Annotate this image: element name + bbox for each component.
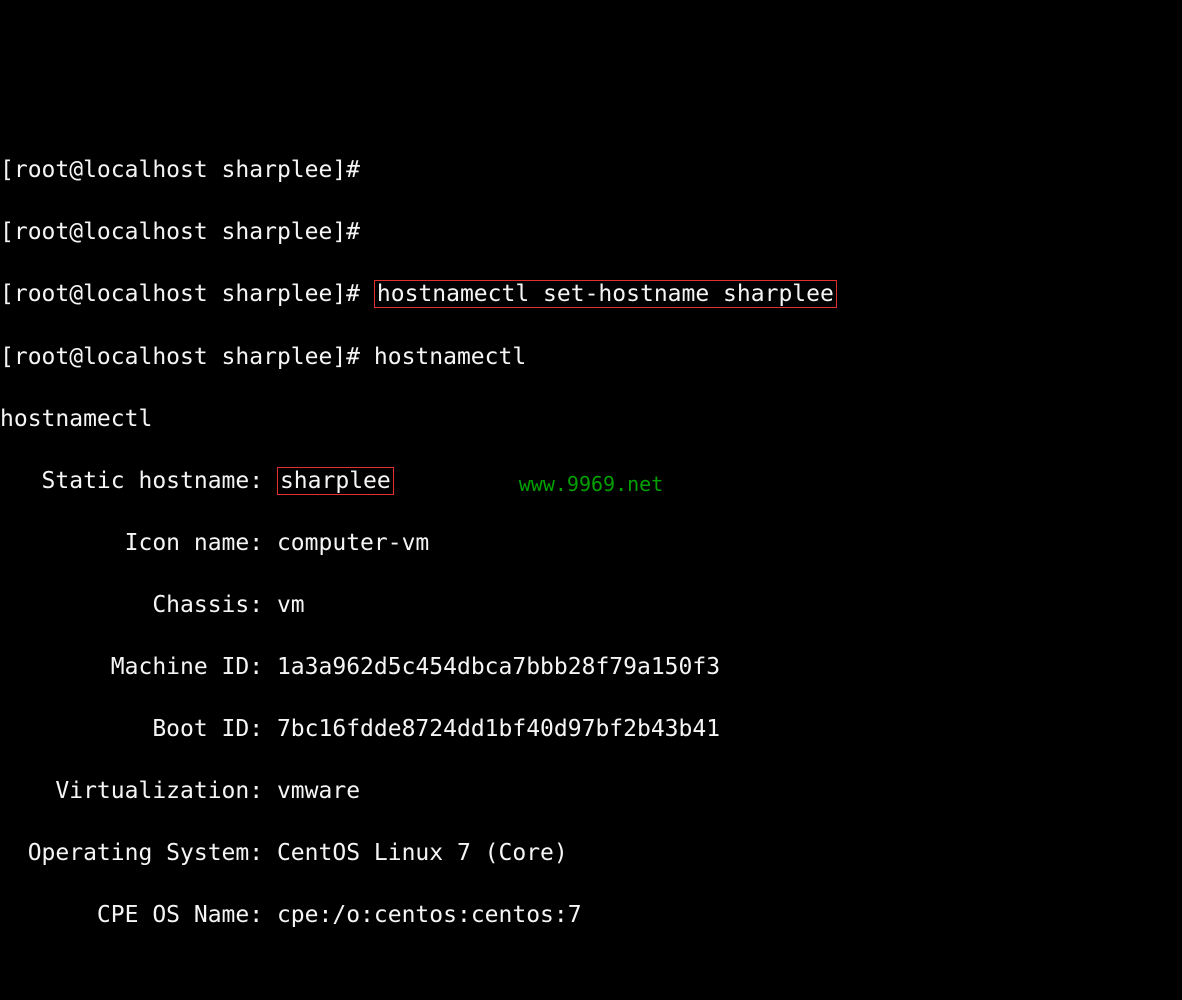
label-static-hostname: Static hostname: [0, 468, 277, 494]
value-cpe-os-name: cpe:/o:centos:centos:7 [277, 902, 582, 928]
info-operating-system: Operating System: CentOS Linux 7 (Core) [0, 838, 1182, 869]
prompt-text: [root@localhost sharplee]# [0, 281, 374, 307]
value-static-hostname: sharplee [277, 467, 394, 495]
value-operating-system: CentOS Linux 7 (Core) [277, 840, 568, 866]
value-chassis: vm [277, 592, 305, 618]
value-icon-name: computer-vm [277, 530, 429, 556]
prompt-line-4: [root@localhost sharplee]# hostnamectl [0, 342, 1182, 373]
prompt-line-1: [root@localhost sharplee]# [0, 155, 1182, 186]
info-cpe-os-name: CPE OS Name: cpe:/o:centos:centos:7 [0, 900, 1182, 931]
label-operating-system: Operating System: [0, 840, 277, 866]
value-virtualization: vmware [277, 778, 360, 804]
info-boot-id: Boot ID: 7bc16fdde8724dd1bf40d97bf2b43b4… [0, 714, 1182, 745]
echo-line: hostnamectl [0, 404, 1182, 435]
info-icon-name: Icon name: computer-vm [0, 528, 1182, 559]
label-virtualization: Virtualization: [0, 778, 277, 804]
info-chassis: Chassis: vm [0, 590, 1182, 621]
label-icon-name: Icon name: [0, 530, 277, 556]
watermark-text: www.9969.net [519, 471, 664, 498]
label-boot-id: Boot ID: [0, 716, 277, 742]
value-boot-id: 7bc16fdde8724dd1bf40d97bf2b43b41 [277, 716, 720, 742]
prompt-line-2: [root@localhost sharplee]# [0, 217, 1182, 248]
command-hostnamectl: hostnamectl [374, 344, 526, 370]
label-machine-id: Machine ID: [0, 654, 277, 680]
prompt-line-3: [root@localhost sharplee]# hostnamectl s… [0, 279, 1182, 310]
label-cpe-os-name: CPE OS Name: [0, 902, 277, 928]
label-chassis: Chassis: [0, 592, 277, 618]
terminal-output: [root@localhost sharplee]# [root@localho… [0, 124, 1182, 962]
info-machine-id: Machine ID: 1a3a962d5c454dbca7bbb28f79a1… [0, 652, 1182, 683]
prompt-text: [root@localhost sharplee]# [0, 344, 374, 370]
command-set-hostname: hostnamectl set-hostname sharplee [374, 280, 837, 308]
value-machine-id: 1a3a962d5c454dbca7bbb28f79a150f3 [277, 654, 720, 680]
info-virtualization: Virtualization: vmware [0, 776, 1182, 807]
